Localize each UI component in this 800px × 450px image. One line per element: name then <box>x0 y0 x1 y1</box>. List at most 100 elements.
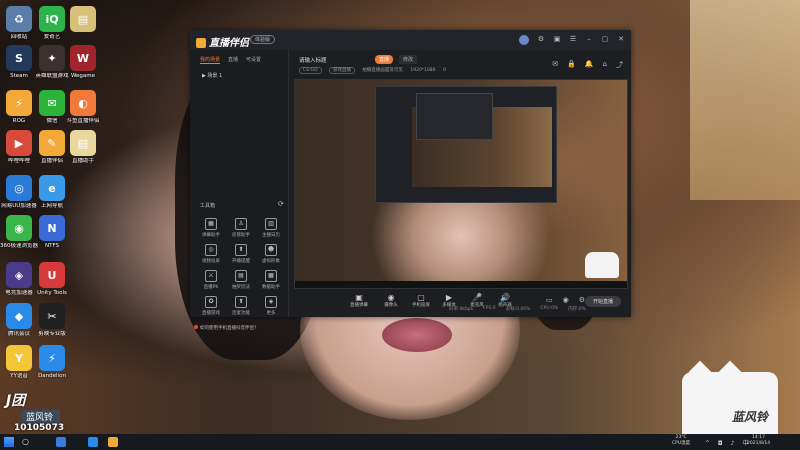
desktop-icon[interactable]: U Unity Tools <box>28 262 76 297</box>
live-preview[interactable] <box>294 79 628 289</box>
notice-text: 如何使用手机直播抖音伴侣？ <box>200 326 259 331</box>
toolbox-item-icon: ▤ <box>235 270 247 282</box>
toolbox-item-label: 直播PK <box>203 285 219 290</box>
category-chip[interactable]: CS:GO <box>299 67 322 74</box>
badge-logo: J团 <box>6 393 26 409</box>
desktop-icon[interactable]: N NTFS <box>28 215 76 250</box>
toolbox-item-label: 房管助手 <box>232 233 250 238</box>
status-fps: FPS:0 <box>483 306 496 311</box>
edit-button[interactable]: 修改 <box>399 55 418 64</box>
weather-widget[interactable]: 23°C CPU温度 <box>672 435 690 447</box>
minimize-icon[interactable]: – <box>585 35 593 43</box>
desktop-icon[interactable]: ▤ 直播助手 <box>59 130 107 165</box>
desktop-icon[interactable]: W Wegame <box>59 45 107 80</box>
toolbox-item-label: 直播游戏 <box>202 311 220 316</box>
record-icon[interactable]: ▭ <box>546 296 553 304</box>
start-button[interactable] <box>4 437 14 447</box>
toolbox-item[interactable]: ⬆ 连麦功能 <box>226 296 256 316</box>
app-logo: 直播伴侣 <box>196 34 249 49</box>
source-button-icon: ▢ <box>417 293 425 302</box>
desktop-icon-label: NTFS <box>44 243 60 249</box>
room-title[interactable]: 请输入标题 <box>299 56 327 64</box>
nested-app-preview-2 <box>416 93 493 140</box>
source-button[interactable]: ▣ 直播弹幕 <box>345 293 373 308</box>
titlebar-controls: ⚙ ▣ ☰ – ▢ ✕ <box>519 35 625 45</box>
source-button-icon: ▶ <box>445 293 453 302</box>
desktop-icon[interactable]: ▤ <box>59 6 107 34</box>
menu-icon[interactable]: ☰ <box>569 35 577 43</box>
toolbox-settings-icon[interactable]: ⟳ <box>278 200 284 208</box>
toolbox-item[interactable]: ⚔ 直播PK <box>196 270 226 290</box>
share-icon[interactable]: ⤴ <box>616 60 623 70</box>
weather-desc: CPU温度 <box>672 441 691 446</box>
help-notice[interactable]: 如何使用手机直播抖音伴侣？ <box>194 325 259 331</box>
app-logo-icon <box>196 38 206 48</box>
toolbox-item[interactable]: ◈ 更多 <box>256 296 286 316</box>
toolbox-item-label: 更多 <box>266 311 276 316</box>
toolbox-item-label: 弹幕助手 <box>202 233 220 238</box>
app-icon: ▤ <box>70 6 96 32</box>
toolbox-item[interactable]: ⬆ 开播提醒 <box>226 244 256 264</box>
skin-icon[interactable]: ▣ <box>553 35 561 43</box>
toolbox-item[interactable]: ☻ 虚拟形象 <box>256 244 286 264</box>
type-chip[interactable]: 游戏直播 <box>328 67 355 74</box>
source-button-icon: ▣ <box>355 293 363 302</box>
eye-icon[interactable]: ◉ <box>563 296 569 304</box>
desktop-icon[interactable]: ◐ 斗鱼直播伴侣 <box>59 90 107 125</box>
tab-live[interactable]: 直播 <box>228 56 238 64</box>
cat-overlay: 蓝风铃 <box>682 360 778 434</box>
resolution-text: 1920*1080 <box>410 68 436 73</box>
windows-taskbar: ○ 23°C CPU温度 ^ ◘ ♪ 中 14:17 2021/8/14 <box>0 434 800 450</box>
source-button[interactable]: ▢ 手机投屏 <box>407 293 435 308</box>
lock-icon[interactable]: 🔒 <box>567 60 576 70</box>
gift-icon[interactable]: ✉ <box>552 60 558 70</box>
tab-settings[interactable]: 可设置 <box>246 56 261 64</box>
toolbox-item[interactable]: ▦ 数据助手 <box>256 270 286 290</box>
app-icon: ⚡ <box>39 345 65 371</box>
source-button-icon: 🔊 <box>500 293 510 302</box>
app-icon: e <box>39 175 65 201</box>
toolbox-item[interactable]: ◎ 视频投屏 <box>196 244 226 264</box>
search-icon[interactable]: ○ <box>22 437 29 446</box>
toolbox-item[interactable]: ♙ 房管助手 <box>226 218 256 238</box>
edge-icon[interactable] <box>88 437 98 447</box>
desktop-icon-label: 爱奇艺 <box>43 34 61 40</box>
close-icon[interactable]: ✕ <box>617 35 625 43</box>
toolbox-grid: ▦ 弹幕助手 ♙ 房管助手 ▥ 主播日历 ◎ 视频投屏 ⬆ 开播提醒 ☻ 虚拟形象 ⚔ 直播PK ▤ 抽奖玩法… <box>196 218 286 316</box>
toolbox-item[interactable]: ▦ 弹幕助手 <box>196 218 226 238</box>
live-tag[interactable]: 直播 <box>375 55 394 64</box>
toolbox-item-icon: ▦ <box>265 270 277 282</box>
version-badge[interactable]: 体验版 <box>250 35 276 44</box>
notice-dot-icon <box>194 325 198 329</box>
status-bar: 码率:0kbps FPS:0 丢帧:0.00% CPU:0% 内存:0% <box>449 306 586 312</box>
preview-taskbar <box>295 281 627 288</box>
bell-icon[interactable]: 🔔 <box>585 60 594 70</box>
user-avatar[interactable] <box>519 35 529 45</box>
toolbox-item[interactable]: ▥ 主播日历 <box>256 218 286 238</box>
task-view-icon[interactable] <box>56 437 66 447</box>
left-tabs: 我的场景 直播 可设置 <box>190 50 288 70</box>
clock[interactable]: 14:17 2021/8/14 <box>747 435 770 447</box>
wallpaper-lips <box>382 318 452 352</box>
desktop-icon[interactable]: e 上网导航 <box>28 175 76 210</box>
toolbox-item-icon: ✪ <box>205 296 217 308</box>
toolbox-item[interactable]: ✪ 直播游戏 <box>196 296 226 316</box>
start-live-button[interactable]: 开始直播 <box>584 296 621 307</box>
live-companion-taskbar-icon[interactable] <box>108 437 118 447</box>
desktop-icon[interactable]: ✂ 剪映专业版 <box>28 303 76 338</box>
source-button-icon: 🎤 <box>472 293 482 302</box>
maximize-icon[interactable]: ▢ <box>601 35 609 43</box>
home-icon[interactable]: ⌂ <box>603 60 607 70</box>
toolbox-item[interactable]: ▤ 抽奖玩法 <box>226 270 256 290</box>
status-bitrate: 码率:0kbps <box>449 307 474 312</box>
scene-item[interactable]: ▶ 场景 1 <box>190 70 288 81</box>
status-dropped: 丢帧:0.00% <box>505 307 531 312</box>
toolbox-item-icon: ▦ <box>205 218 217 230</box>
desktop-icon[interactable]: ⚡ Dandelion <box>28 345 76 380</box>
cat-overlay-text: 蓝风铃 <box>732 410 769 424</box>
source-button[interactable]: ◉ 摄像头 <box>377 293 405 308</box>
tab-my-scene[interactable]: 我的场景 <box>200 56 221 64</box>
gear-icon[interactable]: ⚙ <box>537 35 545 43</box>
system-tray[interactable]: ^ ◘ ♪ 中 <box>705 438 751 447</box>
toolbox-item-icon: ⚔ <box>205 270 217 282</box>
